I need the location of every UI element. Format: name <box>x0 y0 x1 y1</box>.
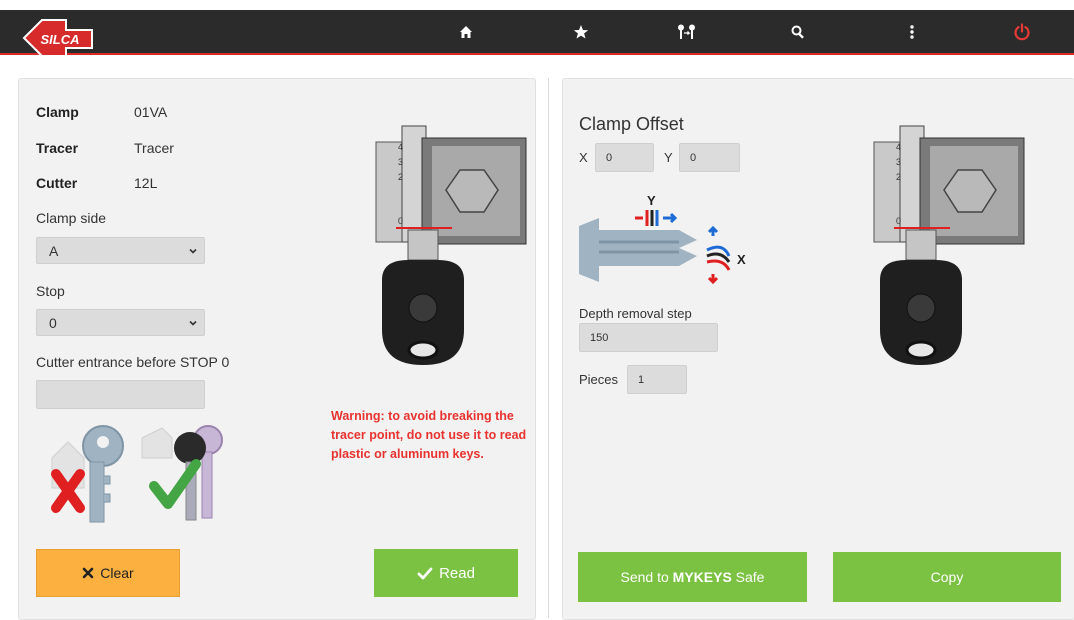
clamp-value: 01VA <box>134 104 168 120</box>
stop-select[interactable]: 0 <box>36 309 205 336</box>
tracer-label: Tracer <box>36 140 79 156</box>
clamp-mark-2: 2 <box>398 172 403 182</box>
read-button[interactable]: Read <box>374 549 518 597</box>
clamp-side-value: A <box>49 242 59 259</box>
send-to-mykeys-button[interactable]: Send to MYKEYS Safe <box>578 552 807 602</box>
send-brand: MYKEYS <box>672 569 732 585</box>
clamp-mark-0-right: 0 <box>896 216 901 226</box>
stop-value: 0 <box>49 314 57 331</box>
pieces-label: Pieces <box>579 372 619 387</box>
key-material-illustration <box>51 425 223 523</box>
clamp-mark-4: 4 <box>398 142 403 152</box>
cutter-value: 12L <box>134 175 158 191</box>
clamp-side-label: Clamp side <box>36 210 107 226</box>
x-offset-input[interactable]: 0 <box>595 143 654 172</box>
check-icon <box>417 567 433 579</box>
clamp-offset-title: Clamp Offset <box>579 114 684 134</box>
clamp-mark-4-right: 4 <box>896 142 901 152</box>
warning-message: Warning: to avoid breaking the tracer po… <box>331 409 527 461</box>
x-offset-label: X <box>579 150 588 165</box>
clamp-key-illustration-right: 4 3 2 0 <box>873 125 1025 365</box>
diagram-x-label: X <box>737 252 746 267</box>
diagram-y-label: Y <box>647 193 656 208</box>
copy-button[interactable]: Copy <box>833 552 1061 602</box>
y-offset-input[interactable]: 0 <box>679 143 740 172</box>
clamp-mark-3: 3 <box>398 157 403 167</box>
more-icon[interactable] <box>892 10 932 53</box>
search-icon[interactable] <box>778 10 818 53</box>
logo-text: SILCA <box>41 32 80 47</box>
chevron-down-icon <box>189 248 197 254</box>
clamp-side-select[interactable]: A <box>36 237 205 264</box>
clamp-label: Clamp <box>36 104 79 120</box>
clear-button-label: Clear <box>100 565 134 581</box>
clamp-mark-2-right: 2 <box>896 172 901 182</box>
depth-removal-input[interactable]: 150 <box>579 323 718 352</box>
clear-button[interactable]: Clear <box>36 549 180 597</box>
cutter-entrance-input[interactable] <box>36 380 205 409</box>
offset-direction-diagram: Y X <box>579 193 746 285</box>
read-button-label: Read <box>439 564 475 582</box>
depth-removal-label: Depth removal step <box>579 306 692 321</box>
clamp-mark-0: 0 <box>398 216 403 226</box>
clamp-key-illustration: 4 3 2 0 <box>375 125 527 365</box>
power-icon[interactable] <box>1002 10 1042 53</box>
top-navbar <box>0 10 1074 55</box>
cutter-entrance-label: Cutter entrance before STOP 0 <box>36 354 230 370</box>
keys-icon[interactable] <box>667 10 707 53</box>
panel-divider <box>548 78 549 618</box>
home-icon[interactable] <box>446 10 486 53</box>
pieces-input[interactable]: 1 <box>627 365 687 394</box>
clamp-mark-3-right: 3 <box>896 157 901 167</box>
top-strip <box>0 0 1074 10</box>
chevron-down-icon <box>189 320 197 326</box>
cutter-label: Cutter <box>36 175 78 191</box>
tracer-value: Tracer <box>134 140 174 156</box>
y-offset-label: Y <box>664 150 673 165</box>
send-suffix: Safe <box>731 569 765 585</box>
copy-button-label: Copy <box>930 569 964 585</box>
stop-label: Stop <box>36 283 65 299</box>
silca-logo: SILCA <box>22 19 93 57</box>
close-icon <box>82 567 94 579</box>
send-prefix: Send to <box>620 569 673 585</box>
star-icon[interactable] <box>561 10 601 53</box>
